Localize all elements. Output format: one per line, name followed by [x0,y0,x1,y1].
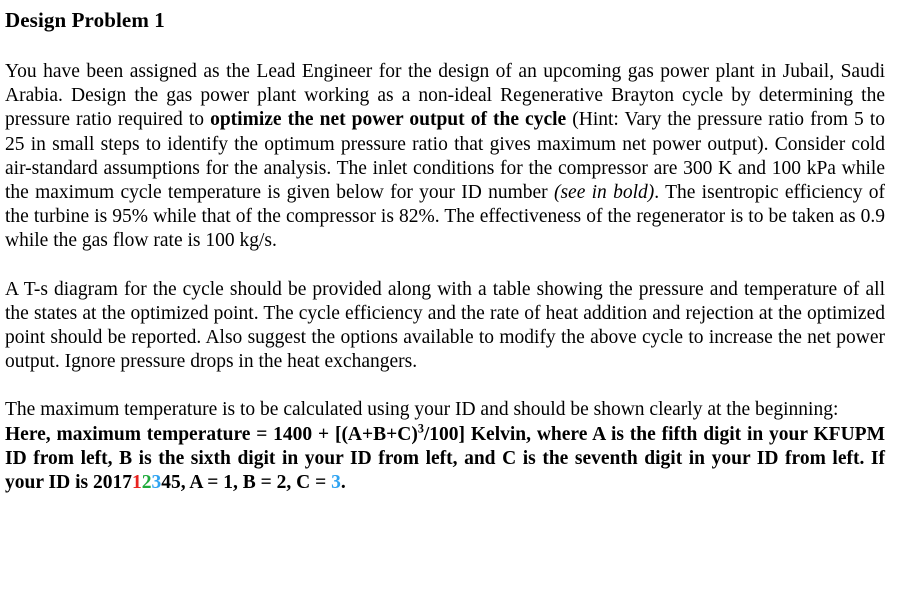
paragraph1-spacer [5,254,885,278]
id-digit-a: 1 [131,472,142,494]
document-page: Design Problem 1 You have been assigned … [0,0,898,612]
formula-period: . [340,472,346,494]
paragraph2-text: A T-s diagram for the cycle should be pr… [5,278,885,373]
formula-text-part1: Here, maximum temperature = 1400 + [(A+B… [5,423,418,445]
paragraph1-italic-note: (see in bold) [553,182,655,204]
id-digit-b: 2 [141,472,152,494]
paragraph-temperature-intro: The maximum temperature is to be calcula… [5,398,885,422]
id-digit-c: 3 [151,472,162,494]
paragraph1-bold-emphasis: optimize the net power output of the cyc… [210,109,567,131]
answer-value-c: 3 [331,472,341,494]
paragraph3-intro-text: The maximum temperature is to be calcula… [5,399,839,421]
page-title: Design Problem 1 [5,8,165,32]
title-spacer [5,34,885,60]
paragraph2-spacer [5,374,885,398]
paragraph-problem-statement: You have been assigned as the Lead Engin… [5,60,885,254]
paragraph-deliverables: A T-s diagram for the cycle should be pr… [5,278,885,375]
id-tail-text: 45, A = 1, B = 2, C = [161,472,332,494]
paragraph-temperature-formula: Here, maximum temperature = 1400 + [(A+B… [5,422,885,496]
document-body: Design Problem 1 You have been assigned … [5,0,885,495]
